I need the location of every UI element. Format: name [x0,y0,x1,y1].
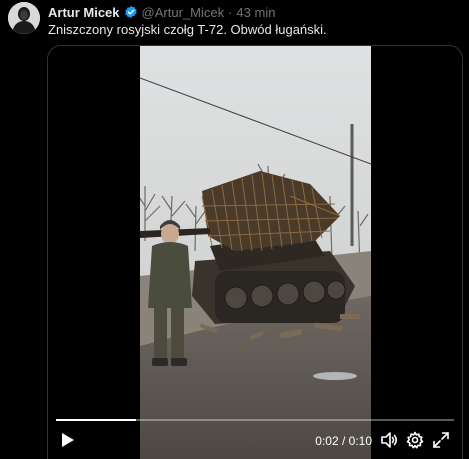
author-name[interactable]: Artur Micek [48,5,120,20]
tweet-timestamp[interactable]: 43 min [236,5,275,20]
separator-dot: · [228,4,233,20]
video-player[interactable]: 0:02 / 0:10 [47,45,463,459]
current-time: 0:02 [315,434,339,448]
settings-button[interactable] [406,431,424,449]
volume-button[interactable] [380,431,398,449]
verified-badge-icon [124,5,138,19]
fullscreen-button[interactable] [432,431,450,449]
time-divider: / [338,434,349,448]
duration: 0:10 [348,434,372,448]
video-still-image [140,46,371,459]
fullscreen-icon [433,432,449,448]
time-readout: 0:02 / 0:10 [315,434,372,448]
tweet-header: Artur Micek @Artur_Micek · 43 min [48,4,275,20]
author-handle[interactable]: @Artur_Micek [142,5,225,20]
progress-bar[interactable] [56,419,454,421]
gear-icon [406,431,424,449]
play-button[interactable] [58,431,76,449]
tweet: Artur Micek @Artur_Micek · 43 min Zniszc… [0,0,469,459]
tweet-text: Zniszczony rosyjski czołg T-72. Obwód łu… [48,22,327,37]
video-frame[interactable] [140,46,371,459]
volume-icon [381,432,398,448]
progress-fill [56,419,136,421]
avatar[interactable] [8,2,40,34]
play-icon [62,433,74,447]
video-controls: 0:02 / 0:10 [48,415,462,459]
